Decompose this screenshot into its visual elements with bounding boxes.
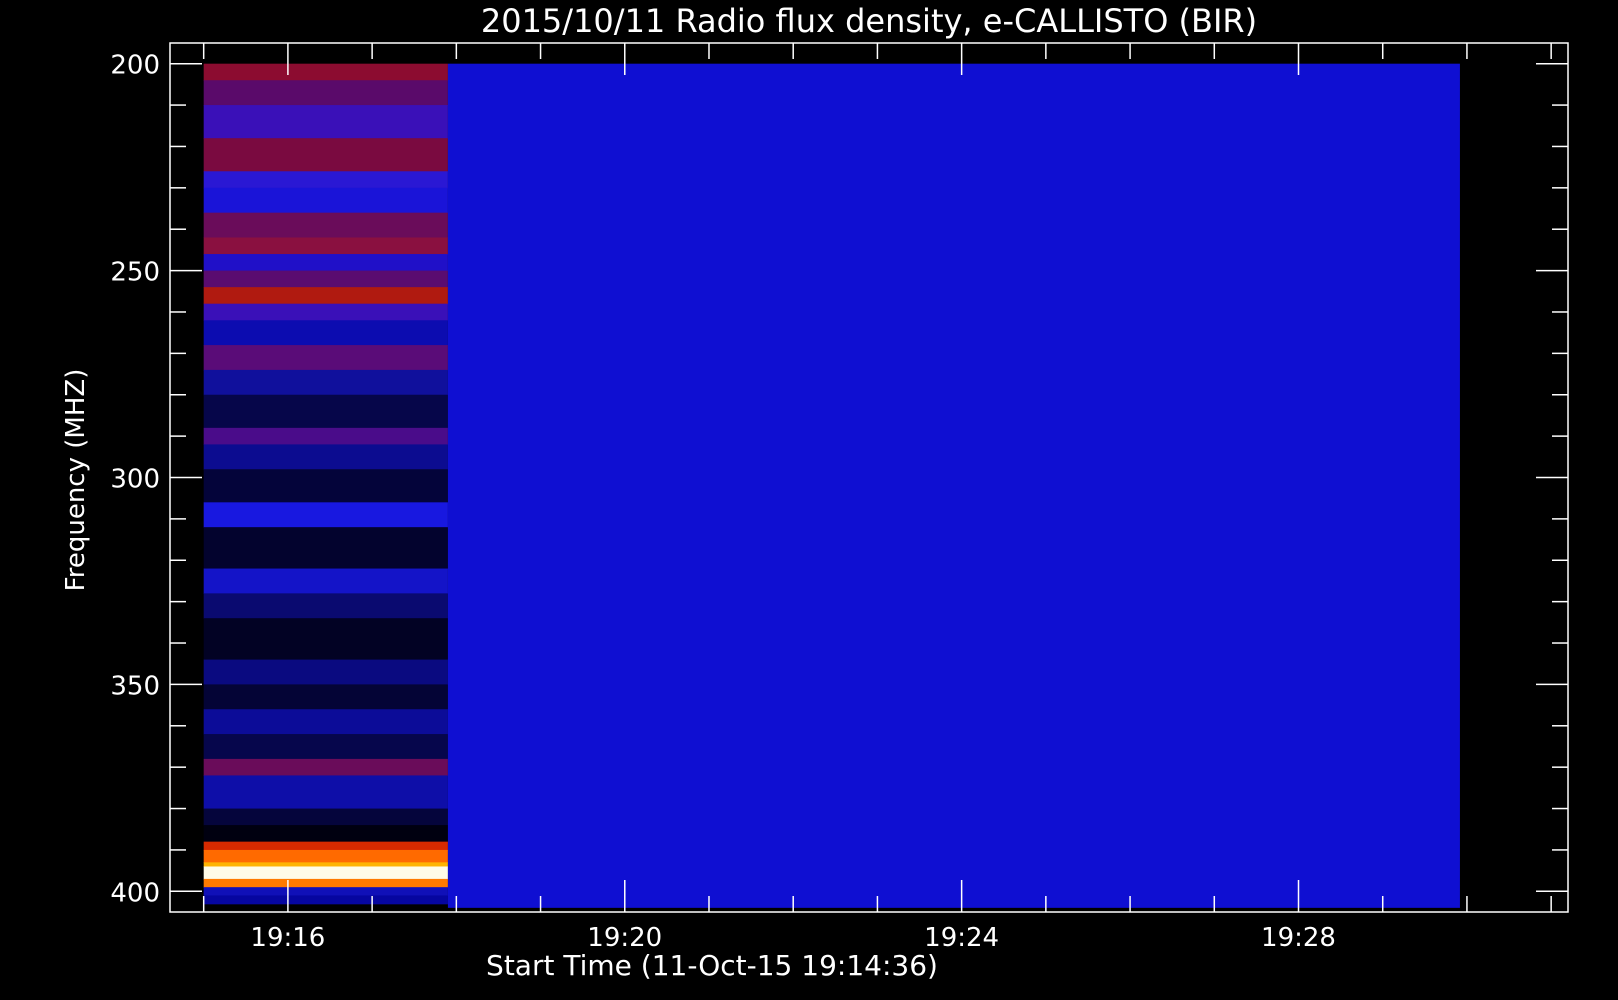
heatmap-band-0-5: [203, 187, 448, 214]
heatmap-band-0-26: [203, 709, 448, 735]
heatmap-band-0-18: [203, 469, 448, 503]
heatmap-band-0-12: [203, 320, 448, 346]
heatmap-band-0-25: [203, 684, 448, 710]
spectrogram-chart: 20025030035040019:16 19:20 19:24 19:28 2015…: [0, 0, 1618, 1000]
heatmap-band-0-30: [203, 808, 448, 826]
y-tick-label: 350: [110, 671, 160, 701]
heatmap-band-0-27: [203, 734, 448, 760]
heatmap-layer: [203, 63, 1460, 908]
heatmap-segment-1: [447, 63, 1460, 908]
heatmap-band-0-21: [203, 568, 448, 594]
heatmap-band-0-13: [203, 345, 448, 371]
heatmap-band-0-28: [203, 758, 448, 777]
heatmap-band-0-35: [203, 866, 448, 880]
y-tick-label: 300: [110, 465, 160, 495]
heatmap-band-0-17: [203, 444, 448, 470]
y-tick-label: 250: [110, 258, 160, 288]
y-tick-label: 200: [110, 51, 160, 81]
heatmap-band-0-11: [203, 303, 448, 321]
x-axis-label: Start Time (11-Oct-15 19:14:36): [486, 949, 938, 982]
heatmap-band-0-10: [203, 287, 448, 305]
heatmap-band-0-0: [203, 63, 448, 81]
heatmap-band-0-24: [203, 659, 448, 686]
heatmap-band-0-3: [203, 138, 448, 172]
heatmap-band-0-33: [203, 849, 448, 863]
y-tick-label: 400: [110, 878, 160, 908]
heatmap-band-0-1: [203, 80, 448, 106]
heatmap-band-0-19: [203, 502, 448, 528]
heatmap-band-0-15: [203, 394, 448, 429]
y-axis-label: Frequency (MHZ): [61, 369, 91, 592]
heatmap-band-0-32: [203, 841, 448, 851]
heatmap-band-0-9: [203, 270, 448, 288]
heatmap-band-0-6: [203, 212, 448, 239]
heatmap-band-0-22: [203, 593, 448, 619]
heatmap-band-0-2: [203, 105, 448, 139]
heatmap-band-0-37: [203, 887, 448, 897]
heatmap-band-0-20: [203, 527, 448, 570]
heatmap-band-0-34: [203, 862, 448, 868]
x-tick-label: 19:16: [250, 923, 325, 953]
chart-title: 2015/10/11 Radio flux density, e-CALLIST…: [481, 2, 1257, 40]
heatmap-band-0-31: [203, 825, 448, 843]
heatmap-band-0-7: [203, 237, 448, 255]
heatmap-band-0-4: [203, 171, 448, 189]
x-tick-label: 19:28: [1261, 923, 1336, 953]
heatmap-band-0-16: [203, 427, 448, 445]
heatmap-band-0-14: [203, 369, 448, 396]
heatmap-band-0-38: [203, 895, 448, 905]
heatmap-band-0-23: [203, 618, 448, 661]
heatmap-band-0-8: [203, 254, 448, 272]
heatmap-band-0-29: [203, 775, 448, 810]
heatmap-band-0-36: [203, 878, 448, 888]
